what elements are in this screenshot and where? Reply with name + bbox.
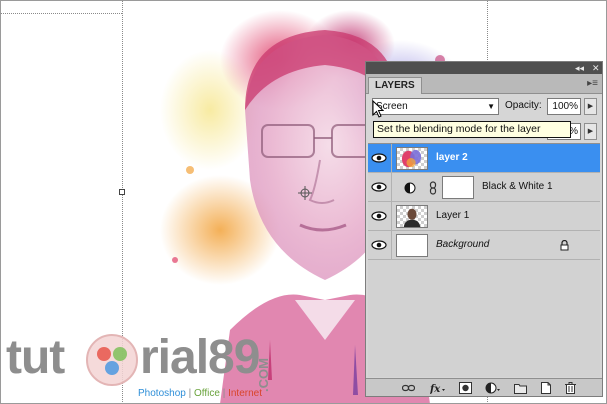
tagline-separator: | xyxy=(185,388,194,399)
blend-mode-dropdown[interactable]: Screen ▼ xyxy=(372,98,499,115)
divider xyxy=(391,144,392,173)
adjustment-layer-icon xyxy=(404,182,416,194)
layers-panel[interactable]: ◂◂ ✕ LAYERS ▸≡ Screen ▼ Opacity: 100% ▶ … xyxy=(365,61,603,397)
opacity-stepper-button[interactable]: ▶ xyxy=(584,98,597,115)
eye-icon[interactable] xyxy=(371,208,387,224)
opacity-input[interactable]: 100% xyxy=(547,98,581,115)
layer-thumbnail-watercolor xyxy=(396,147,428,170)
layer-thumbnail-white xyxy=(396,234,428,257)
watermark-text-right: rial89 xyxy=(140,331,260,384)
layer-name[interactable]: Background xyxy=(436,239,489,250)
tagline-photoshop: Photoshop xyxy=(138,388,186,399)
opacity-label: Opacity: xyxy=(505,100,542,111)
layer-mask-thumbnail[interactable] xyxy=(442,176,474,199)
chevron-down-icon: ▼ xyxy=(487,102,495,111)
divider xyxy=(391,231,392,260)
fill-stepper-button[interactable]: ▶ xyxy=(584,123,597,140)
tagline-separator: | xyxy=(219,388,229,399)
watermark-dot-com: .COM xyxy=(256,358,271,392)
watermark-text-left: tut xyxy=(6,331,65,384)
panel-menu-icon[interactable]: ▸≡ xyxy=(587,78,598,89)
blend-mode-tooltip: Set the blending mode for the layer xyxy=(373,121,571,138)
new-layer-icon[interactable] xyxy=(539,382,552,394)
panel-tab-row: LAYERS ▸≡ xyxy=(366,74,602,94)
layer-thumbnail-portrait xyxy=(396,205,428,228)
tagline-internet: Internet xyxy=(228,388,262,399)
adjustment-layer-icon[interactable] xyxy=(485,382,501,394)
tab-layers[interactable]: LAYERS xyxy=(368,77,422,94)
divider xyxy=(391,173,392,202)
chain-link-icon[interactable] xyxy=(429,181,437,195)
collapse-panel-icon[interactable]: ◂◂ xyxy=(575,62,584,74)
transform-handle[interactable] xyxy=(119,189,125,195)
link-layers-icon[interactable] xyxy=(402,382,415,394)
tutorial89-watermark-logo: tut rial89 .COM Photoshop | Office | Int… xyxy=(6,330,276,404)
fx-icon[interactable]: fx xyxy=(430,382,446,394)
watermark-tagline: Photoshop | Office | Internet xyxy=(138,388,262,399)
layers-panel-footer: fx xyxy=(366,378,602,396)
layer-list: layer 2 Black & White 1 Layer 1 Backgrou… xyxy=(368,143,600,377)
layer-row-background[interactable]: Background xyxy=(368,231,600,260)
layer-row-layer-1[interactable]: Layer 1 xyxy=(368,202,600,231)
guide-line-top xyxy=(0,13,122,14)
mouse-cursor-icon xyxy=(372,100,384,118)
divider xyxy=(391,202,392,231)
close-panel-icon[interactable]: ✕ xyxy=(592,62,600,74)
eye-icon[interactable] xyxy=(371,150,387,166)
layer-row-layer-2[interactable]: layer 2 xyxy=(368,144,600,173)
eye-icon[interactable] xyxy=(371,237,387,253)
panel-title-bar[interactable]: ◂◂ ✕ xyxy=(366,62,602,74)
layer-name[interactable]: layer 2 xyxy=(436,152,468,163)
layer-row-black-white-1[interactable]: Black & White 1 xyxy=(368,173,600,202)
svg-text:fx: fx xyxy=(430,384,441,394)
eye-icon[interactable] xyxy=(371,179,387,195)
layer-name[interactable]: Black & White 1 xyxy=(482,181,553,192)
lock-icon xyxy=(560,240,569,251)
layer-name[interactable]: Layer 1 xyxy=(436,210,469,221)
trash-icon[interactable] xyxy=(564,382,577,394)
folder-icon[interactable] xyxy=(514,382,527,394)
add-mask-icon[interactable] xyxy=(459,382,472,394)
tagline-office: Office xyxy=(193,388,220,399)
watermark-logo-icon xyxy=(86,334,138,386)
